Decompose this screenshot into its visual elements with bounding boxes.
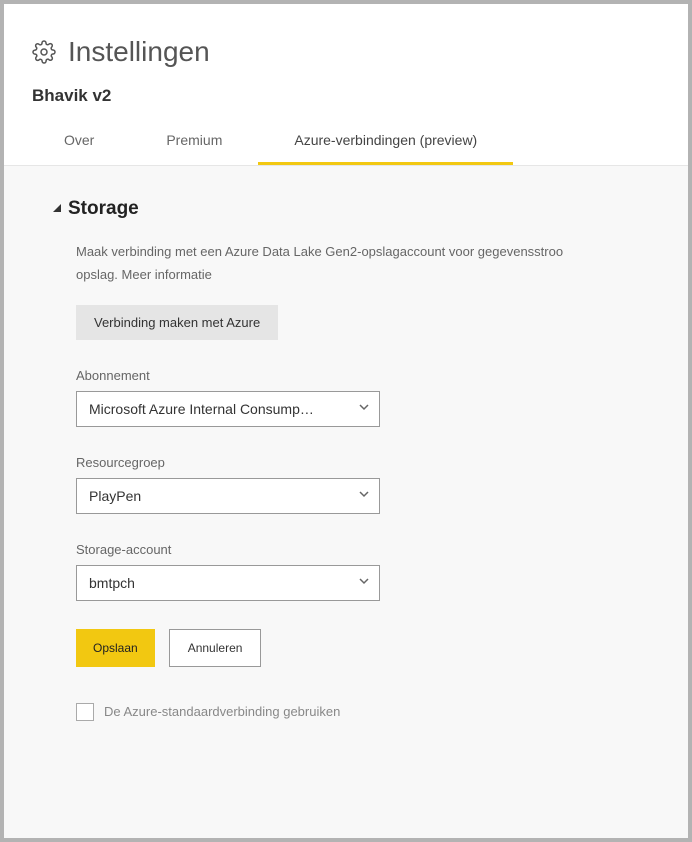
storage-account-select[interactable]: bmtpch <box>76 565 380 601</box>
resource-group-group: Resourcegroep PlayPen <box>76 455 688 514</box>
section-body: Maak verbinding met een Azure Data Lake … <box>52 240 688 721</box>
storage-account-group: Storage-account bmtpch <box>76 542 688 601</box>
description-text-2: opslag. <box>76 267 118 282</box>
default-connection-label: De Azure-standaardverbinding gebruiken <box>104 704 340 719</box>
page-title: Instellingen <box>68 36 210 68</box>
section-header[interactable]: Storage <box>52 198 688 220</box>
subscription-select[interactable]: Microsoft Azure Internal Consump… <box>76 391 380 427</box>
content-area: Storage Maak verbinding met een Azure Da… <box>4 166 688 838</box>
default-connection-checkbox-row: De Azure-standaardverbinding gebruiken <box>76 703 688 721</box>
tab-over[interactable]: Over <box>28 118 130 165</box>
tabs: Over Premium Azure-verbindingen (preview… <box>4 118 688 166</box>
save-button[interactable]: Opslaan <box>76 629 155 667</box>
resource-group-select-wrapper: PlayPen <box>76 478 380 514</box>
connect-azure-button[interactable]: Verbinding maken met Azure <box>76 305 278 340</box>
title-row: Instellingen <box>32 36 660 68</box>
subscription-label: Abonnement <box>76 368 688 383</box>
default-connection-checkbox[interactable] <box>76 703 94 721</box>
tab-azure-connections[interactable]: Azure-verbindingen (preview) <box>258 118 513 165</box>
button-row: Opslaan Annuleren <box>76 629 688 667</box>
app-container: Instellingen Bhavik v2 Over Premium Azur… <box>4 4 688 838</box>
subscription-group: Abonnement Microsoft Azure Internal Cons… <box>76 368 688 427</box>
section-title: Storage <box>68 198 139 220</box>
gear-icon <box>32 40 56 64</box>
collapse-triangle-icon <box>52 204 62 214</box>
storage-account-label: Storage-account <box>76 542 688 557</box>
cancel-button[interactable]: Annuleren <box>169 629 262 667</box>
resource-group-select[interactable]: PlayPen <box>76 478 380 514</box>
workspace-name: Bhavik v2 <box>32 86 660 106</box>
storage-account-select-wrapper: bmtpch <box>76 565 380 601</box>
description-text-1: Maak verbinding met een Azure Data Lake … <box>76 244 563 259</box>
header: Instellingen Bhavik v2 <box>4 4 688 118</box>
resource-group-label: Resourcegroep <box>76 455 688 470</box>
section-description: Maak verbinding met een Azure Data Lake … <box>76 240 688 287</box>
tab-premium[interactable]: Premium <box>130 118 258 165</box>
subscription-select-wrapper: Microsoft Azure Internal Consump… <box>76 391 380 427</box>
more-info-link[interactable]: Meer informatie <box>122 267 212 282</box>
